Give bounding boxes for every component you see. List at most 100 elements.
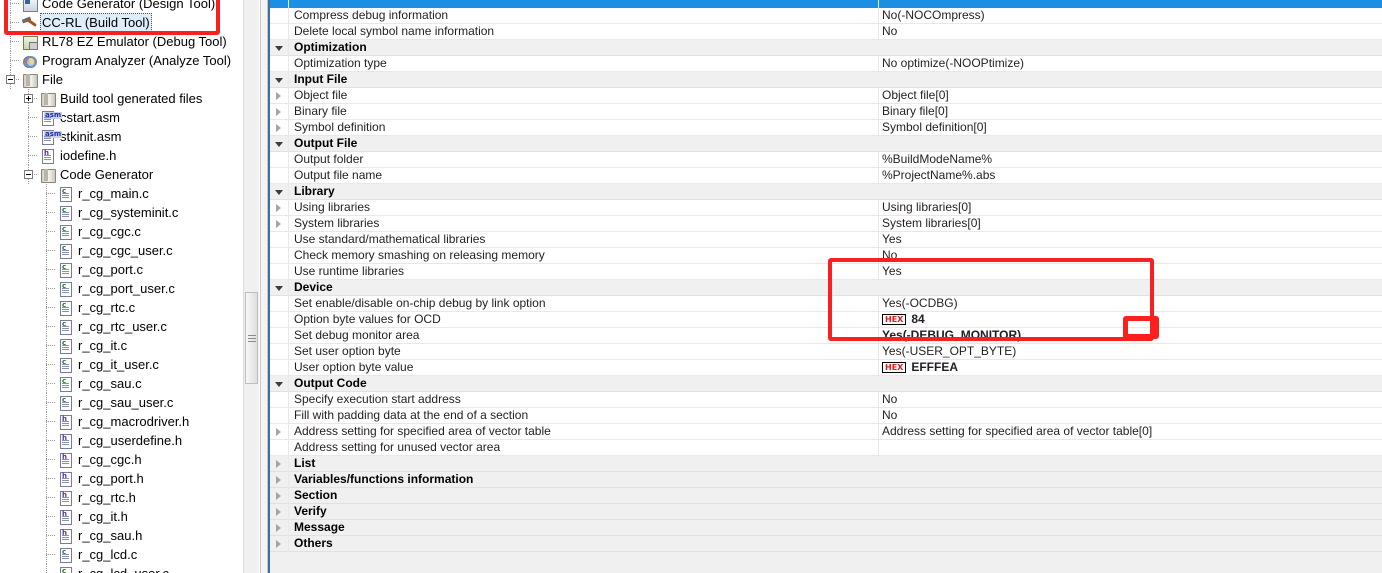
tree-item[interactable]: h r_cg_rtc.h bbox=[0, 488, 243, 507]
property-value[interactable]: %ProjectName%.abs bbox=[882, 168, 995, 183]
property-value[interactable]: Yes bbox=[882, 264, 902, 279]
chevron-down-icon[interactable] bbox=[275, 142, 283, 147]
property-row[interactable]: Output file name %ProjectName%.abs bbox=[270, 168, 1382, 184]
tree-item[interactable]: c r_cg_cgc.c bbox=[0, 222, 243, 241]
property-value[interactable]: Address setting for specified area of ve… bbox=[882, 424, 1152, 439]
property-value[interactable]: Object file[0] bbox=[882, 88, 949, 103]
property-row[interactable]: Use standard/mathematical libraries Yes bbox=[270, 232, 1382, 248]
property-category-row[interactable]: Optimization bbox=[270, 40, 1382, 56]
property-value[interactable]: No(-NOCOmpress) bbox=[882, 8, 985, 23]
property-value[interactable]: No optimize(-NOOPtimize) bbox=[882, 56, 1024, 71]
tree-item[interactable]: h r_cg_userdefine.h bbox=[0, 431, 243, 450]
chevron-right-icon[interactable] bbox=[276, 524, 281, 532]
tree-item[interactable]: Build tool generated files bbox=[0, 89, 243, 108]
property-row[interactable]: Optimization type No optimize(-NOOPtimize… bbox=[270, 56, 1382, 72]
chevron-right-icon[interactable] bbox=[276, 428, 281, 436]
property-category-row[interactable]: Input File bbox=[270, 72, 1382, 88]
property-value[interactable]: HEX 84 bbox=[882, 312, 925, 327]
property-value[interactable]: Yes(-DEBUG_MONITOR) bbox=[882, 328, 1021, 343]
property-category-row[interactable]: Section bbox=[270, 488, 1382, 504]
chevron-right-icon[interactable] bbox=[276, 220, 281, 228]
property-grid[interactable]: Compress debug information No(-NOCOmpress… bbox=[268, 0, 1382, 573]
tree-scrollbar-thumb[interactable] bbox=[245, 292, 258, 384]
chevron-right-icon[interactable] bbox=[276, 204, 281, 212]
tree-item[interactable]: c r_cg_port.c bbox=[0, 260, 243, 279]
property-value[interactable]: No bbox=[882, 408, 897, 423]
tree-item[interactable]: RL78 EZ Emulator (Debug Tool) bbox=[0, 32, 243, 51]
property-row[interactable]: Delete local symbol name information No bbox=[270, 24, 1382, 40]
property-value[interactable]: No bbox=[882, 248, 897, 263]
tree-item[interactable]: c r_cg_rtc_user.c bbox=[0, 317, 243, 336]
tree-collapse-icon[interactable] bbox=[24, 170, 33, 179]
property-row[interactable]: User option byte value HEX EFFFEA bbox=[270, 360, 1382, 376]
property-category-row[interactable]: Device bbox=[270, 280, 1382, 296]
property-row[interactable]: Set enable/disable on-chip debug by link… bbox=[270, 296, 1382, 312]
chevron-right-icon[interactable] bbox=[276, 492, 281, 500]
property-row[interactable]: Binary file Binary file[0] bbox=[270, 104, 1382, 120]
tree-item[interactable]: c r_cg_main.c bbox=[0, 184, 243, 203]
tree-item[interactable]: c r_cg_it.c bbox=[0, 336, 243, 355]
property-value[interactable]: Yes(-USER_OPT_BYTE) bbox=[882, 344, 1016, 359]
property-value[interactable]: No bbox=[882, 392, 897, 407]
tree-item[interactable]: c r_cg_sau.c bbox=[0, 374, 243, 393]
property-category-row[interactable]: Output File bbox=[270, 136, 1382, 152]
property-category-row[interactable]: Variables/functions information bbox=[270, 472, 1382, 488]
property-category-row[interactable]: Others bbox=[270, 536, 1382, 552]
property-row[interactable]: Address setting for specified area of ve… bbox=[270, 424, 1382, 440]
property-row[interactable]: System libraries System libraries[0] bbox=[270, 216, 1382, 232]
chevron-right-icon[interactable] bbox=[276, 508, 281, 516]
tree-item[interactable]: h iodefine.h bbox=[0, 146, 243, 165]
property-value[interactable]: Symbol definition[0] bbox=[882, 120, 987, 135]
chevron-down-icon[interactable] bbox=[275, 78, 283, 83]
tree-item[interactable]: CC-RL (Build Tool) bbox=[0, 13, 243, 32]
tree-item[interactable]: h r_cg_it.h bbox=[0, 507, 243, 526]
property-category-row[interactable]: Library bbox=[270, 184, 1382, 200]
tree-item[interactable]: c r_cg_port_user.c bbox=[0, 279, 243, 298]
property-row[interactable]: Set user option byte Yes(-USER_OPT_BYTE) bbox=[270, 344, 1382, 360]
property-row[interactable]: Check memory smashing on releasing memor… bbox=[270, 248, 1382, 264]
property-category-row[interactable]: Message bbox=[270, 520, 1382, 536]
tree-item[interactable]: c r_cg_it_user.c bbox=[0, 355, 243, 374]
property-value[interactable]: Binary file[0] bbox=[882, 104, 948, 119]
tree-item[interactable]: asm stkinit.asm bbox=[0, 127, 243, 146]
property-value[interactable]: System libraries[0] bbox=[882, 216, 981, 231]
property-value[interactable]: No bbox=[882, 24, 897, 39]
chevron-right-icon[interactable] bbox=[276, 108, 281, 116]
property-row[interactable]: Set debug monitor area Yes(-DEBUG_MONITOR… bbox=[270, 328, 1382, 344]
chevron-down-icon[interactable] bbox=[275, 382, 283, 387]
tree-item[interactable]: c r_cg_lcd.c bbox=[0, 545, 243, 564]
property-value[interactable]: %BuildModeName% bbox=[882, 152, 992, 167]
property-category-row[interactable]: Output Code bbox=[270, 376, 1382, 392]
tree-item[interactable]: h r_cg_sau.h bbox=[0, 526, 243, 545]
tree-item[interactable]: c r_cg_systeminit.c bbox=[0, 203, 243, 222]
tree-item[interactable]: Code Generator bbox=[0, 165, 243, 184]
property-category-row[interactable]: List bbox=[270, 456, 1382, 472]
tree-item[interactable]: Code Generator (Design Tool) bbox=[0, 0, 243, 13]
tree-item[interactable]: cr_cg_lcd_user.c bbox=[0, 564, 243, 573]
property-row[interactable]: Object file Object file[0] bbox=[270, 88, 1382, 104]
tree-item[interactable]: h r_cg_port.h bbox=[0, 469, 243, 488]
property-row[interactable]: Using libraries Using libraries[0] bbox=[270, 200, 1382, 216]
tree-item[interactable]: h r_cg_macrodriver.h bbox=[0, 412, 243, 431]
property-row[interactable]: Compress debug information No(-NOCOmpress… bbox=[270, 8, 1382, 24]
property-row[interactable] bbox=[270, 0, 1382, 8]
panel-splitter[interactable] bbox=[260, 0, 268, 573]
tree-item[interactable]: h r_cg_cgc.h bbox=[0, 450, 243, 469]
property-value[interactable]: Yes(-OCDBG) bbox=[882, 296, 958, 311]
property-row[interactable]: Specify execution start address No bbox=[270, 392, 1382, 408]
chevron-down-icon[interactable] bbox=[275, 286, 283, 291]
tree-collapse-icon[interactable] bbox=[6, 75, 15, 84]
property-row[interactable]: Use runtime libraries Yes bbox=[270, 264, 1382, 280]
property-category-row[interactable]: Verify bbox=[270, 504, 1382, 520]
property-row[interactable]: Option byte values for OCD HEX 84 bbox=[270, 312, 1382, 328]
tree-item[interactable]: c r_cg_cgc_user.c bbox=[0, 241, 243, 260]
property-row[interactable]: Address setting for unused vector area bbox=[270, 440, 1382, 456]
chevron-down-icon[interactable] bbox=[275, 190, 283, 195]
chevron-right-icon[interactable] bbox=[276, 460, 281, 468]
chevron-right-icon[interactable] bbox=[276, 124, 281, 132]
chevron-right-icon[interactable] bbox=[276, 92, 281, 100]
property-value[interactable]: Using libraries[0] bbox=[882, 200, 971, 215]
tree-item[interactable]: c r_cg_rtc.c bbox=[0, 298, 243, 317]
tree-item[interactable]: c r_cg_sau_user.c bbox=[0, 393, 243, 412]
tree-item[interactable]: File bbox=[0, 70, 243, 89]
